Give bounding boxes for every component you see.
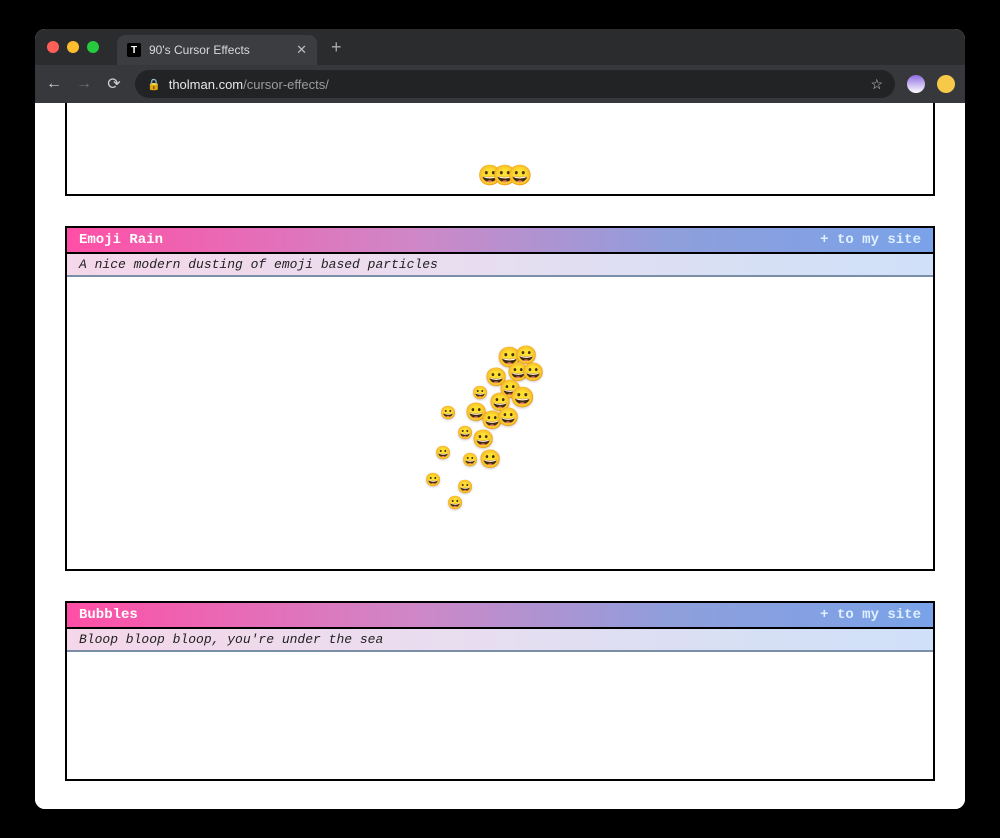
demo-card-bubbles[interactable]: Bubbles + to my site Bloop bloop bloop, … xyxy=(65,601,935,781)
emoji-particle: 😀 xyxy=(425,473,441,486)
emoji-particle: 😀 xyxy=(457,426,473,439)
add-to-site-link[interactable]: + to my site xyxy=(820,232,921,248)
emoji-particle-cluster: 😀😀😀 xyxy=(478,163,523,188)
window-controls xyxy=(47,41,99,53)
emoji-particle: 😀 xyxy=(472,430,494,448)
emoji-particle: 😀 xyxy=(440,406,456,419)
maximize-window-button[interactable] xyxy=(87,41,99,53)
emoji-particle: 😀 xyxy=(510,388,535,408)
tab-title: 90's Cursor Effects xyxy=(149,43,250,57)
close-window-button[interactable] xyxy=(47,41,59,53)
lock-icon: 🔒 xyxy=(147,78,161,91)
titlebar: T 90's Cursor Effects ✕ + xyxy=(35,29,965,65)
profile-avatar-icon[interactable] xyxy=(937,75,955,93)
address-bar[interactable]: 🔒 tholman.com/cursor-effects/ ☆ xyxy=(135,70,895,98)
emoji-particle: 😀 xyxy=(497,408,519,426)
emoji-particle: 😀 xyxy=(457,480,473,493)
emoji-particle: 😀 xyxy=(522,363,544,381)
toolbar: ← → ⟳ 🔒 tholman.com/cursor-effects/ ☆ xyxy=(35,65,965,103)
favicon-icon: T xyxy=(127,43,141,57)
reload-button[interactable]: ⟳ xyxy=(105,74,123,94)
page-content: 😀😀😀 Emoji Rain + to my site A nice moder… xyxy=(35,103,965,781)
browser-window: T 90's Cursor Effects ✕ + ← → ⟳ 🔒 tholma… xyxy=(35,29,965,809)
card-header: Bubbles + to my site xyxy=(67,603,933,629)
emoji-particle: 😀 xyxy=(435,446,451,459)
minimize-window-button[interactable] xyxy=(67,41,79,53)
card-description: A nice modern dusting of emoji based par… xyxy=(67,254,933,277)
forward-button[interactable]: → xyxy=(75,75,93,93)
card-header: Emoji Rain + to my site xyxy=(67,228,933,254)
emoji-particle: 😀 xyxy=(472,386,488,399)
extension-icon[interactable] xyxy=(907,75,925,93)
url-path: /cursor-effects/ xyxy=(243,77,329,92)
url-domain: tholman.com xyxy=(169,77,243,92)
page-viewport: 😀😀😀 Emoji Rain + to my site A nice moder… xyxy=(35,103,965,809)
emoji-particle: 😀 xyxy=(462,453,478,466)
demo-card-previous[interactable]: 😀😀😀 xyxy=(65,103,935,196)
card-description: Bloop bloop bloop, you're under the sea xyxy=(67,629,933,652)
demo-card-emoji-rain[interactable]: Emoji Rain + to my site A nice modern du… xyxy=(65,226,935,571)
back-button[interactable]: ← xyxy=(45,75,63,93)
bookmark-star-icon[interactable]: ☆ xyxy=(870,76,883,93)
new-tab-button[interactable]: + xyxy=(331,37,342,58)
emoji-particle: 😀 xyxy=(447,496,463,509)
add-to-site-link[interactable]: + to my site xyxy=(820,607,921,623)
card-title: Bubbles xyxy=(79,607,138,623)
card-title: Emoji Rain xyxy=(79,232,163,248)
browser-tab[interactable]: T 90's Cursor Effects ✕ xyxy=(117,35,317,65)
emoji-particle: 😀 xyxy=(479,450,501,468)
close-tab-button[interactable]: ✕ xyxy=(296,42,307,58)
